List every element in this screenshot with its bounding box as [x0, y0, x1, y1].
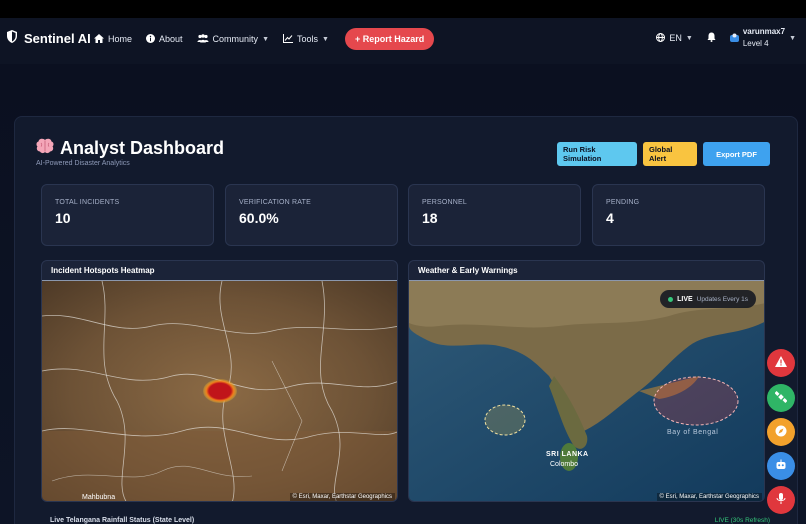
nav-menu: Home About Community ▼ Tools ▼ + Report … — [94, 28, 435, 50]
report-hazard-button[interactable]: + Report Hazard — [344, 28, 435, 50]
weather-map[interactable]: SRI LANKA Colombo Bay of Bengal © Esri, … — [409, 281, 764, 501]
robot-icon — [775, 459, 787, 474]
voice-fab[interactable] — [767, 486, 795, 514]
stat-card-personnel: PERSONNEL 18 — [408, 184, 581, 246]
rainfall-status-row: Live Telangana Rainfall Status (State Le… — [36, 514, 770, 524]
warning-zone[interactable] — [484, 404, 526, 436]
nav-home[interactable]: Home — [94, 28, 132, 50]
hotspot-marker[interactable] — [203, 379, 237, 403]
heatmap-title: Incident Hotspots Heatmap — [42, 261, 397, 281]
page-title: Analyst Dashboard — [36, 138, 224, 159]
stat-card-total-incidents: TOTAL INCIDENTS 10 — [41, 184, 214, 246]
action-buttons: Run Risk Simulation Global Alert Export … — [557, 142, 770, 166]
heatmap-card: Incident Hotspots Heatmap Mahbubna © Esr… — [41, 260, 398, 502]
weather-title: Weather & Early Warnings — [409, 261, 764, 281]
rainfall-status-title: Live Telangana Rainfall Status (State Le… — [50, 517, 195, 524]
stat-label: PENDING — [606, 199, 640, 206]
dashboard-subtitle: AI-Powered Disaster Analytics — [36, 160, 130, 167]
stat-value: 18 — [422, 210, 438, 226]
user-menu[interactable]: varunmax7 Level 4 ▼ — [729, 26, 796, 50]
dashboard-title: Analyst Dashboard — [60, 138, 225, 158]
shield-icon — [6, 30, 18, 46]
language-label: EN — [669, 33, 682, 43]
compass-icon — [775, 425, 787, 440]
microphone-icon — [776, 492, 786, 508]
rainfall-status-live: LIVE (30s Refresh) — [714, 517, 770, 524]
nav-about[interactable]: About — [146, 28, 183, 50]
stat-value: 10 — [55, 210, 71, 226]
users-icon — [197, 33, 209, 45]
avatar — [729, 33, 739, 44]
nav-home-label: Home — [108, 34, 133, 44]
ai-bot-fab[interactable] — [767, 452, 795, 480]
nav-community[interactable]: Community ▼ — [197, 28, 269, 50]
weather-card: Weather & Early Warnings SRI LANKA Colom… — [408, 260, 765, 502]
live-sub-label: Updates Every 1s — [696, 295, 748, 303]
brand-name: Sentinel AI — [24, 30, 91, 46]
stat-card-pending: PENDING 4 — [592, 184, 765, 246]
live-label: LIVE — [677, 295, 693, 303]
stat-label: VERIFICATION RATE — [239, 199, 311, 206]
user-text: varunmax7 Level 4 — [743, 26, 785, 50]
heatmap-map[interactable]: Mahbubna © Esri, Maxar, Earthstar Geogra… — [42, 280, 397, 501]
chevron-down-icon: ▼ — [685, 34, 693, 42]
brand[interactable]: Sentinel AI — [6, 30, 91, 46]
stat-card-verification-rate: VERIFICATION RATE 60.0% — [225, 184, 398, 246]
navbar: Sentinel AI Home About Community ▼ Tools… — [0, 18, 806, 64]
map-place-label: Colombo — [550, 461, 579, 468]
stat-label: PERSONNEL — [422, 199, 467, 206]
stat-value: 60.0% — [239, 210, 279, 226]
map-place-label: Mahbubna — [82, 494, 116, 501]
hazard-alert-fab[interactable] — [767, 349, 795, 377]
map-place-label: Bay of Bengal — [667, 429, 719, 436]
compass-fab[interactable] — [767, 418, 795, 446]
satellite-icon — [774, 390, 788, 406]
heatmap-attribution: © Esri, Maxar, Earthstar Geographics — [289, 493, 395, 501]
chevron-down-icon: ▼ — [789, 34, 796, 42]
export-pdf-button[interactable]: Export PDF — [703, 142, 770, 166]
globe-icon — [656, 32, 666, 44]
global-alert-button[interactable]: Global Alert — [643, 142, 697, 166]
home-icon — [94, 33, 104, 45]
nav-right: EN ▼ varunmax7 Level 4 ▼ — [656, 26, 796, 50]
user-level: Level 4 — [742, 39, 769, 48]
info-icon — [146, 33, 156, 45]
satellite-fab[interactable] — [767, 384, 795, 412]
live-dot — [668, 296, 674, 302]
warning-zone[interactable] — [653, 376, 739, 426]
nav-about-label: About — [159, 34, 183, 44]
chevron-down-icon: ▼ — [322, 35, 329, 43]
language-selector[interactable]: EN ▼ — [656, 27, 693, 49]
live-indicator: LIVE Updates Every 1s — [660, 290, 756, 308]
window-top-strip — [0, 0, 806, 18]
stat-label: TOTAL INCIDENTS — [55, 199, 120, 206]
map-place-label: SRI LANKA — [546, 451, 589, 458]
chevron-down-icon: ▼ — [262, 35, 269, 43]
nav-community-label: Community — [212, 34, 259, 44]
report-hazard-label: + Report Hazard — [354, 34, 425, 44]
brain-icon — [36, 138, 54, 159]
bell-icon[interactable] — [707, 32, 716, 44]
weather-attribution: © Esri, Maxar, Earthstar Geographics — [656, 493, 762, 501]
chart-line-icon — [283, 33, 293, 45]
nav-tools[interactable]: Tools ▼ — [283, 28, 329, 50]
nav-tools-label: Tools — [297, 34, 319, 44]
user-name: varunmax7 — [742, 27, 786, 36]
run-risk-simulation-button[interactable]: Run Risk Simulation — [557, 142, 637, 166]
warning-triangle-icon — [775, 356, 787, 370]
stat-value: 4 — [606, 210, 614, 226]
